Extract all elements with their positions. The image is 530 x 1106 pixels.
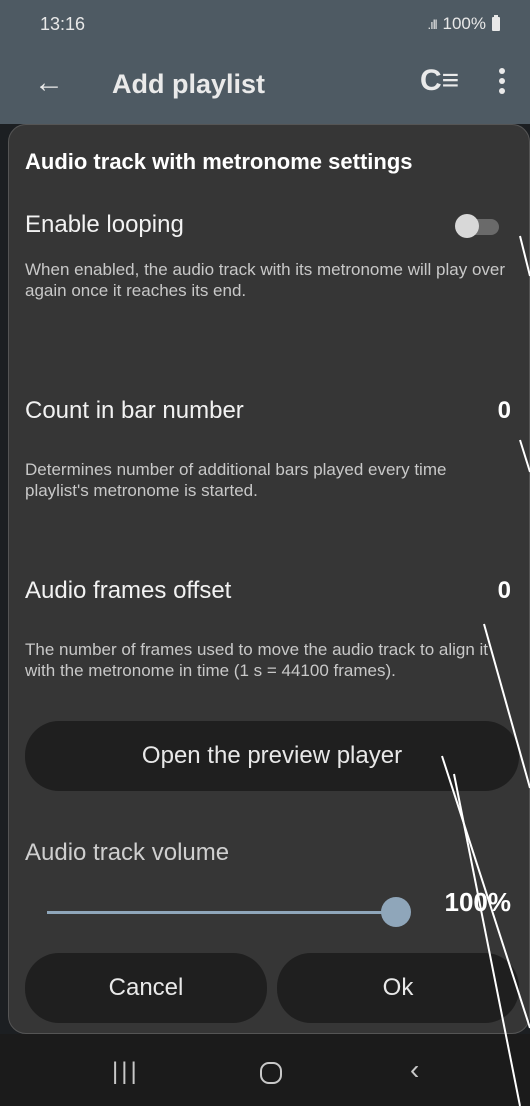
reload-list-icon[interactable]: C≡ xyxy=(420,64,459,98)
status-bar: 13:16 .ıll 100% xyxy=(0,0,530,46)
battery-icon xyxy=(492,15,500,31)
ok-button[interactable]: Ok xyxy=(277,953,519,1023)
status-time: 13:16 xyxy=(40,14,86,34)
frames-offset-description: The number of frames used to move the au… xyxy=(25,640,489,680)
frames-offset-label[interactable]: Audio frames offset xyxy=(25,577,231,605)
count-in-label[interactable]: Count in bar number xyxy=(25,397,244,425)
battery-text: 100% xyxy=(442,14,486,33)
enable-looping-description: When enabled, the audio track with its m… xyxy=(25,260,506,300)
count-in-value[interactable]: 0 xyxy=(498,397,511,425)
recents-icon[interactable]: ||| xyxy=(112,1058,140,1086)
toggle-thumb xyxy=(455,214,479,238)
volume-label: Audio track volume xyxy=(25,839,230,866)
volume-value: 100% xyxy=(444,887,512,917)
frames-offset-value[interactable]: 0 xyxy=(498,577,511,605)
volume-slider[interactable] xyxy=(47,897,411,927)
slider-thumb[interactable] xyxy=(381,897,411,927)
cancel-button[interactable]: Cancel xyxy=(25,953,267,1023)
home-icon[interactable] xyxy=(260,1062,282,1084)
settings-dialog: Audio track with metronome settings Enab… xyxy=(8,124,530,1034)
back-chevron-icon[interactable]: ‹ xyxy=(410,1054,419,1086)
slider-track xyxy=(47,911,395,914)
open-preview-player-button[interactable]: Open the preview player xyxy=(25,721,519,791)
enable-looping-label: Enable looping xyxy=(25,211,184,238)
dialog-title: Audio track with metronome settings xyxy=(25,149,413,174)
arrow-back-icon[interactable]: ← xyxy=(34,66,64,100)
signal-icon: .ıll xyxy=(427,16,438,32)
more-vert-icon[interactable] xyxy=(492,64,512,100)
app-bar: ← Add playlist C≡ xyxy=(0,46,530,124)
enable-looping-toggle[interactable] xyxy=(455,214,501,238)
status-right: .ıll 100% xyxy=(428,14,500,34)
count-in-description: Determines number of additional bars pla… xyxy=(25,460,447,500)
page-title: Add playlist xyxy=(112,69,266,99)
system-nav-bar: ||| ‹ xyxy=(0,1034,530,1106)
